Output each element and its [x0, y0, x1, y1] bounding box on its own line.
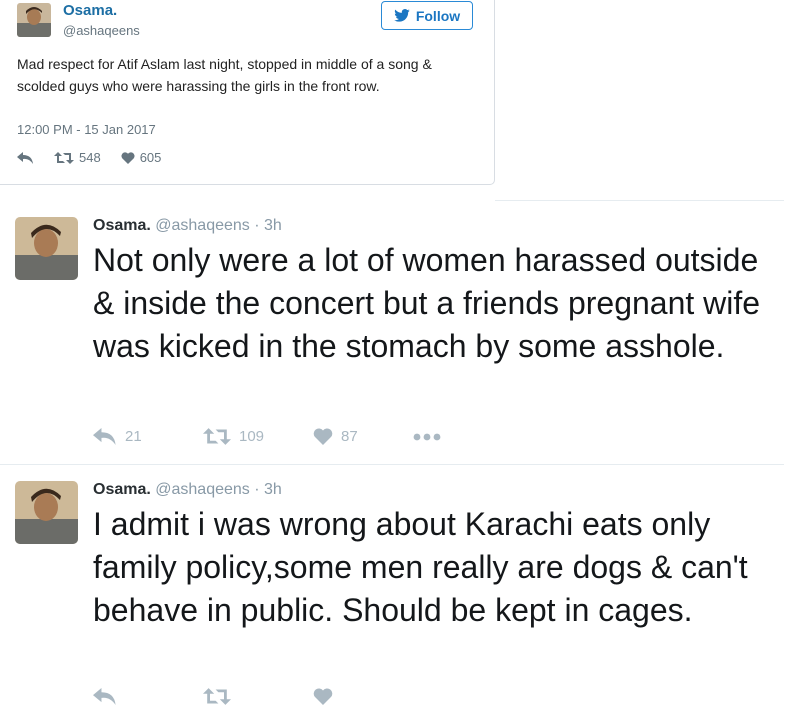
like-button[interactable] — [313, 688, 413, 705]
timeline-tweet: Osama. @ashaqeens · 3h Not only were a l… — [0, 0, 784, 464]
separator: · — [254, 217, 260, 234]
author-handle[interactable]: @ashaqeens — [155, 481, 250, 498]
retweet-count: 109 — [239, 428, 265, 445]
reply-icon — [93, 428, 117, 445]
timeline-tweet: Osama. @ashaqeens · 3h I admit i was wro… — [0, 465, 784, 705]
author-name[interactable]: Osama. — [93, 481, 151, 498]
separator: · — [254, 481, 260, 498]
reply-count: 21 — [125, 428, 142, 445]
tweet-text: I admit i was wrong about Karachi eats o… — [93, 506, 748, 628]
more-button[interactable] — [413, 433, 441, 441]
tweet-time[interactable]: 3h — [264, 481, 282, 498]
tweet-actions: 21 109 87 — [93, 428, 441, 445]
tweet-header: Osama. @ashaqeens · 3h — [93, 217, 282, 235]
tweet-header: Osama. @ashaqeens · 3h — [93, 481, 282, 499]
tweet-actions — [93, 688, 413, 705]
avatar[interactable] — [15, 481, 78, 544]
avatar[interactable] — [15, 217, 78, 280]
tweet-time[interactable]: 3h — [264, 217, 282, 234]
author-name[interactable]: Osama. — [93, 217, 151, 234]
reply-button[interactable]: 21 — [93, 428, 203, 445]
like-count: 87 — [341, 428, 358, 445]
like-button[interactable]: 87 — [313, 428, 413, 445]
author-handle[interactable]: @ashaqeens — [155, 217, 250, 234]
retweet-icon — [203, 428, 231, 445]
retweet-button[interactable]: 109 — [203, 428, 313, 445]
reply-icon — [93, 688, 117, 705]
tweet-text: Not only were a lot of women harassed ou… — [93, 242, 761, 364]
reply-button[interactable] — [93, 688, 203, 705]
heart-icon — [313, 688, 333, 705]
retweet-icon — [203, 688, 231, 705]
retweet-button[interactable] — [203, 688, 313, 705]
more-icon — [413, 433, 441, 441]
heart-icon — [313, 428, 333, 445]
